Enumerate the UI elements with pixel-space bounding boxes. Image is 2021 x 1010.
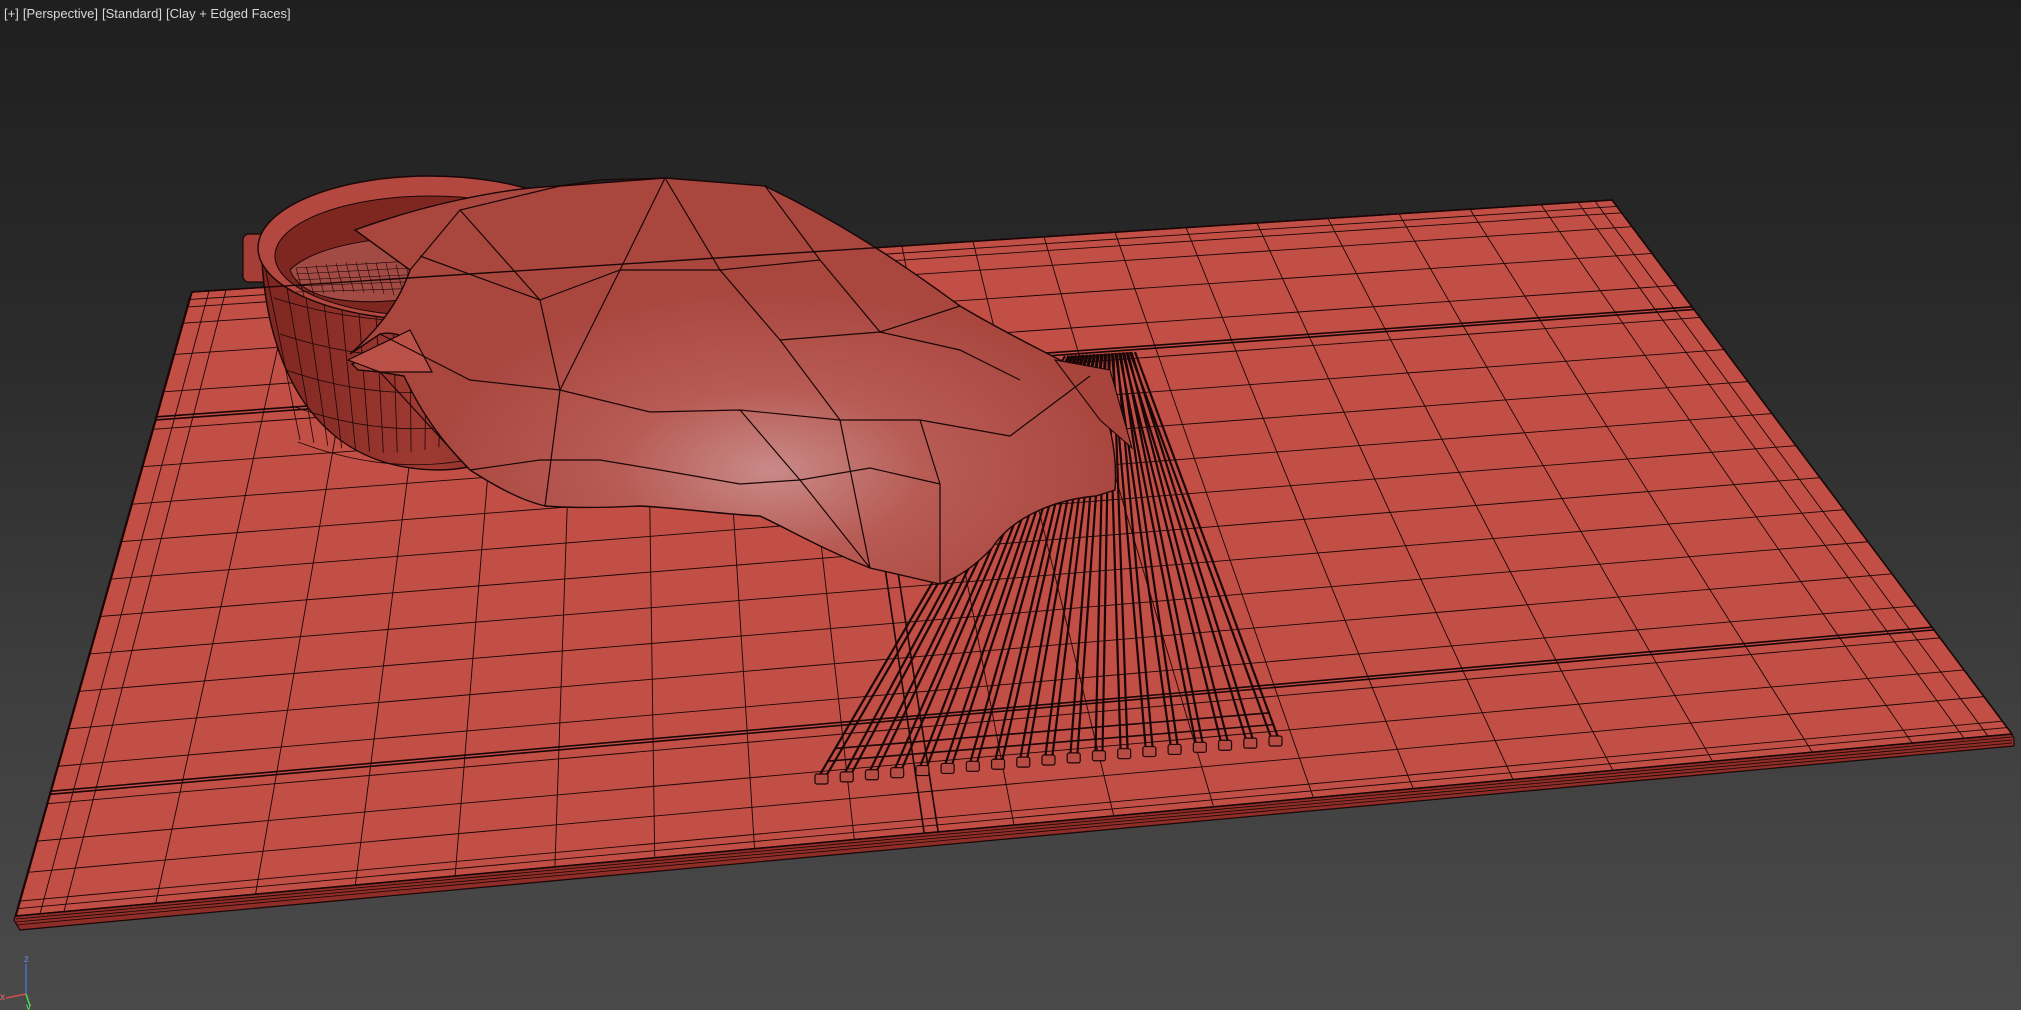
axis-y-label: y xyxy=(26,1002,31,1010)
rack-bar-foot xyxy=(1117,748,1132,760)
viewport-perspective[interactable]: [+] [Perspective] [Standard] [Clay + Edg… xyxy=(0,0,2021,1010)
rack-bar-foot xyxy=(1041,754,1056,766)
rack-bar-foot xyxy=(1066,752,1081,764)
rack-bar-foot xyxy=(940,762,955,775)
rack-bar-foot xyxy=(814,773,829,785)
rack-bar-foot xyxy=(915,764,930,777)
rack-bar-foot xyxy=(1091,750,1107,762)
rack-bar-foot xyxy=(990,758,1006,770)
rack-bar-foot xyxy=(1192,741,1207,753)
rack-bar-foot xyxy=(1217,739,1233,751)
scene-3d[interactable] xyxy=(0,0,2021,1010)
viewport-point-of-view-menu[interactable]: [Perspective] xyxy=(23,6,98,21)
rack-bar-foot xyxy=(1268,735,1283,747)
axis-x-label: x xyxy=(0,992,5,1003)
rack-bar-foot xyxy=(864,769,880,781)
viewport-shading-menu[interactable]: [Clay + Edged Faces] xyxy=(166,6,291,21)
axis-gizmo: z x y xyxy=(0,954,31,1010)
viewport-menu-plus[interactable]: [+] xyxy=(4,6,19,21)
viewport-standard-menu[interactable]: [Standard] xyxy=(102,6,162,21)
rack-bar-foot xyxy=(890,767,905,779)
rack-bar-foot xyxy=(1167,743,1182,756)
rack-bar-foot xyxy=(1142,745,1157,758)
axis-z-label: z xyxy=(24,954,29,965)
viewport-label-menu[interactable]: [+] [Perspective] [Standard] [Clay + Edg… xyxy=(4,4,291,22)
rack-bar-foot xyxy=(1243,737,1258,749)
rack-bar-foot xyxy=(839,771,854,783)
rack-bar-foot xyxy=(965,760,980,772)
rack-bar-foot xyxy=(1016,756,1031,768)
